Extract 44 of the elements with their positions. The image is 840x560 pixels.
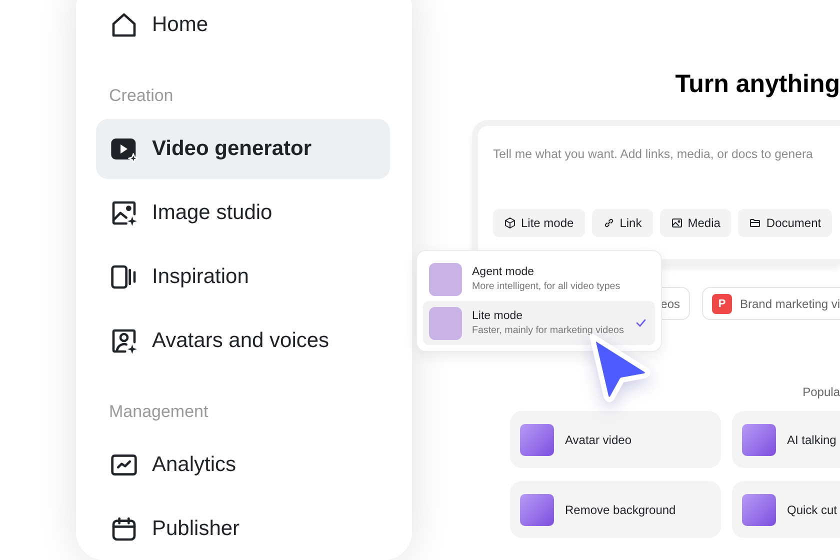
menu-item-title: Agent mode [472,266,536,278]
prompt-option-button[interactable]: Lite mode [493,209,585,237]
cube-icon [504,217,516,229]
photo-placeholder [520,424,554,456]
suggestion-chip[interactable]: P Brand marketing vi [702,287,840,320]
sidebar-item[interactable]: Image studio [96,183,390,243]
prompt-option-button[interactable]: Document [738,209,832,237]
prompt-option-button[interactable]: Link [592,209,653,237]
photo-placeholder [429,306,462,340]
avatar-sparkle-icon [110,327,138,355]
menu-item-description: More intelligent, for all video types [472,281,622,292]
photo-placeholder [429,262,462,296]
page-title: Turn anything [674,69,840,99]
prompt-field[interactable]: Tell me what you want. Add links, media, or docs to genera [493,146,840,162]
section-heading: Popula [802,385,840,399]
tool-card[interactable]: Quick cut [732,481,840,538]
menu-item-title: Lite mode [472,310,524,322]
panels-icon [110,263,138,291]
image-sparkle-icon [110,199,138,227]
photo-placeholder [742,424,776,456]
tool-card[interactable]: Avatar video [510,411,721,468]
link-icon [602,217,615,229]
sidebar-item[interactable]: Inspiration [96,247,390,307]
sidebar-item[interactable]: Analytics [96,435,390,495]
section-heading: Creation [109,85,174,107]
home-icon [110,11,138,39]
folder-icon [749,217,762,229]
sidebar-item[interactable]: Publisher [96,499,390,559]
tool-card[interactable]: AI talking [732,411,840,468]
image-icon [670,217,683,229]
sidebar-item[interactable]: Avatars and voices [96,311,390,371]
photo-placeholder [742,494,776,526]
badge: P [712,294,732,314]
check-icon [635,317,647,329]
prompt-option-button[interactable]: Media [660,209,732,237]
sidebar-item[interactable]: Home [96,0,390,55]
sidebar-item[interactable]: Video generator [96,119,390,179]
menu-item-description: Faster, mainly for marketing videos [472,325,625,336]
tool-card[interactable]: Remove background [510,481,721,538]
calendar-icon [110,515,138,543]
menu-item[interactable]: Lite mode Faster, mainly for marketing videos [423,301,655,345]
photo-placeholder [520,494,554,526]
section-heading: Management [109,401,210,423]
menu-item[interactable]: Agent mode More intelligent, for all video types [423,257,655,301]
